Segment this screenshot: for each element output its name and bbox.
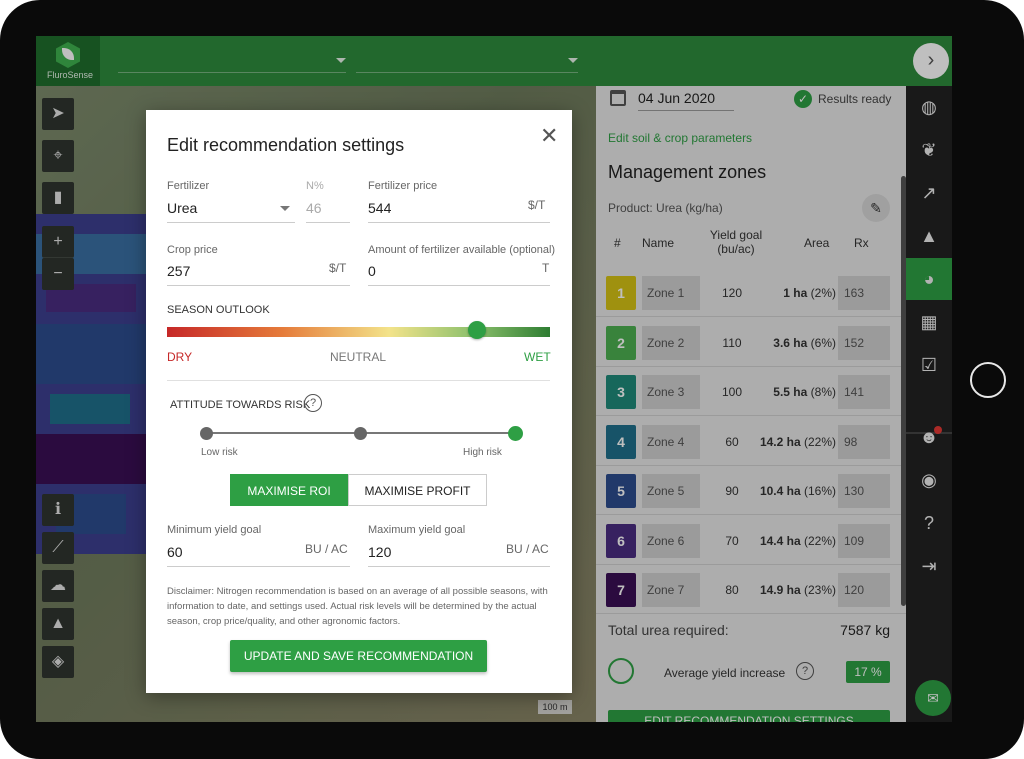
season-outlook-slider[interactable] xyxy=(167,327,550,337)
field-underline xyxy=(368,566,550,567)
risk-step-2[interactable] xyxy=(354,427,367,440)
close-icon[interactable]: ✕ xyxy=(540,123,558,149)
field-underline xyxy=(368,285,550,286)
disclaimer-text: Disclaimer: Nitrogen recommendation is b… xyxy=(167,586,548,627)
fert-available-label: Amount of fertilizer available (optional… xyxy=(368,244,556,256)
crop-price-label: Crop price xyxy=(167,244,218,256)
field-underline xyxy=(167,222,295,223)
max-yield-input[interactable]: 120 xyxy=(368,544,391,560)
min-yield-label: Minimum yield goal xyxy=(167,524,262,536)
dialog-title: Edit recommendation settings xyxy=(167,135,405,155)
update-save-button[interactable]: UPDATE AND SAVE RECOMMENDATION xyxy=(230,640,487,672)
dry-label: DRY xyxy=(167,350,193,364)
fert-price-input[interactable]: 544 xyxy=(368,200,391,216)
chevron-down-icon[interactable] xyxy=(280,206,290,211)
neutral-label: NEUTRAL xyxy=(330,350,387,364)
maximise-roi-button[interactable]: MAXIMISE ROI xyxy=(230,474,348,506)
risk-step-3[interactable] xyxy=(508,426,523,441)
home-button[interactable] xyxy=(970,362,1006,398)
fert-available-input[interactable]: 0 xyxy=(368,263,376,279)
fert-price-unit: $/T xyxy=(528,198,546,212)
maximise-profit-button[interactable]: MAXIMISE PROFIT xyxy=(348,474,487,506)
fert-price-label: Fertilizer price xyxy=(368,180,438,192)
n-pct-label: N% xyxy=(306,180,324,192)
risk-step-1[interactable] xyxy=(200,427,213,440)
high-risk-label: High risk xyxy=(463,447,502,458)
field-underline xyxy=(167,566,350,567)
edit-recommendation-dialog: Edit recommendation settings ✕ Fertilize… xyxy=(146,110,572,693)
n-pct-field: 46 xyxy=(306,200,322,216)
field-underline xyxy=(306,222,350,223)
season-outlook-title: SEASON OUTLOOK xyxy=(167,304,270,316)
crop-price-unit: $/T xyxy=(329,261,347,275)
fertilizer-select[interactable]: Urea xyxy=(167,200,197,216)
risk-title: ATTITUDE TOWARDS RISK xyxy=(170,399,311,411)
section-divider xyxy=(167,380,550,381)
field-underline xyxy=(167,285,350,286)
help-icon[interactable]: ? xyxy=(304,394,322,412)
app-screen: FluroSense › ➤ ⌖ ▮ + − ℹ ⟋ ☁ ▲ ◈ 100 m 0… xyxy=(36,36,952,722)
max-yield-label: Maximum yield goal xyxy=(368,524,466,536)
low-risk-label: Low risk xyxy=(201,447,238,458)
fert-available-unit: T xyxy=(542,261,550,275)
min-yield-input[interactable]: 60 xyxy=(167,544,183,560)
field-underline xyxy=(368,222,550,223)
max-yield-unit: BU / AC xyxy=(506,542,549,556)
wet-label: WET xyxy=(524,350,551,364)
crop-price-input[interactable]: 257 xyxy=(167,263,190,279)
fertilizer-label: Fertilizer xyxy=(167,180,210,192)
min-yield-unit: BU / AC xyxy=(305,542,348,556)
